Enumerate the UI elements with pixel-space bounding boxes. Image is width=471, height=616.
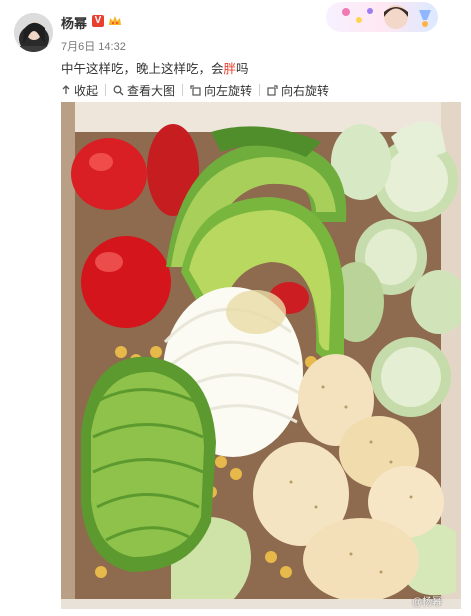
image-toolbar: 收起 查看大图 向左旋转 向右旋转 (61, 80, 329, 100)
post-header: 杨幂 V 7月6日 14:32 中午这样吃，晚上这样吃，会胖吗 收起 查看大图 … (0, 0, 471, 102)
post-text-end: 吗 (236, 62, 249, 76)
post-text-highlight[interactable]: 胖 (224, 62, 237, 76)
rotate-left-button[interactable]: 向左旋转 (190, 82, 252, 99)
verified-badge: V (92, 15, 104, 27)
view-large-label: 查看大图 (127, 83, 176, 98)
post-text: 中午这样吃，晚上这样吃，会胖吗 (61, 58, 249, 77)
post-text-main: 中午这样吃，晚上这样吃，会 (61, 62, 224, 76)
arrow-up-icon (62, 85, 70, 94)
promo-banner[interactable] (326, 2, 438, 32)
post-time[interactable]: 7月6日 14:32 (61, 38, 126, 54)
photo-watermark: @杨幂 (412, 597, 443, 608)
view-large-button[interactable]: 查看大图 (113, 82, 175, 99)
post-photo[interactable] (61, 102, 461, 609)
rotate-right-button[interactable]: 向右旋转 (267, 82, 329, 99)
toolbar-divider (182, 84, 184, 96)
avatar[interactable] (14, 13, 53, 52)
rotate-right-icon (267, 84, 278, 96)
toolbar-divider (105, 84, 107, 96)
magnifier-icon (113, 85, 124, 95)
avatar-image (14, 13, 53, 52)
crown-icon (109, 16, 121, 25)
promo-illustration (342, 5, 431, 29)
rotate-left-icon (190, 84, 201, 96)
author-name[interactable]: 杨幂 (61, 13, 87, 32)
collapse-button[interactable]: 收起 (61, 82, 98, 99)
salad-photo (61, 102, 461, 609)
rotate-right-label: 向右旋转 (281, 83, 330, 98)
rotate-left-label: 向左旋转 (204, 83, 253, 98)
collapse-label: 收起 (74, 83, 99, 98)
toolbar-divider (259, 84, 261, 96)
